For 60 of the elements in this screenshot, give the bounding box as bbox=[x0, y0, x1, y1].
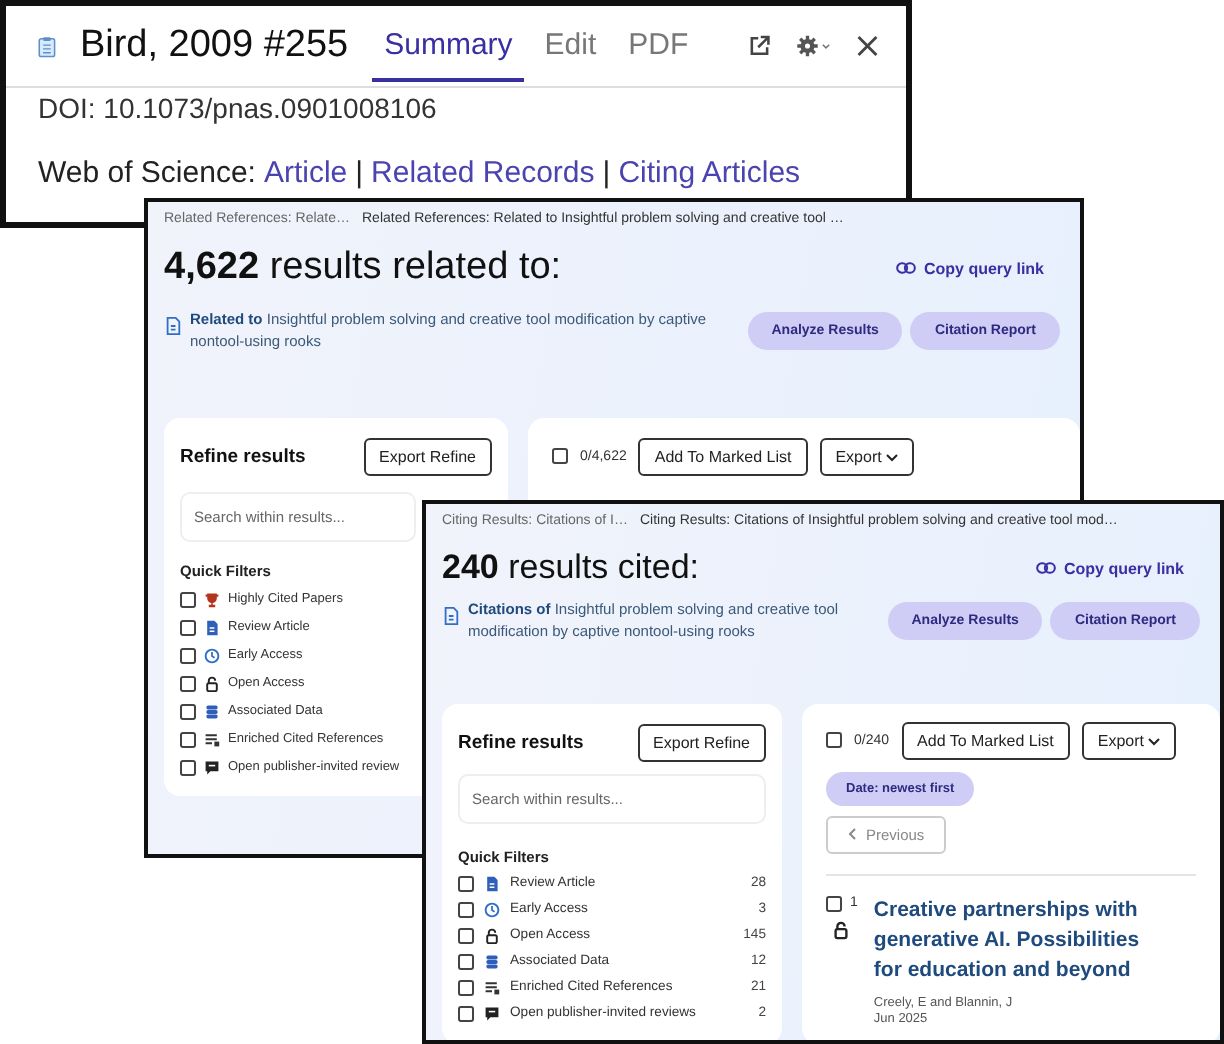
filter-checkbox[interactable] bbox=[458, 927, 474, 944]
select-all-checkbox[interactable] bbox=[826, 732, 842, 749]
tab[interactable]: PDF bbox=[616, 10, 701, 82]
results-heading: 240 results cited: bbox=[442, 548, 700, 588]
record-link[interactable]: Related Records bbox=[371, 156, 595, 190]
trophy-icon bbox=[204, 591, 220, 608]
chevron-left-icon bbox=[848, 828, 856, 841]
record-link[interactable]: Citing Articles bbox=[618, 156, 801, 190]
filter-checkbox[interactable] bbox=[458, 953, 474, 970]
window-title: Bird, 2009 #255 bbox=[79, 24, 349, 68]
separator: | bbox=[602, 156, 611, 190]
filter-checkbox[interactable] bbox=[180, 647, 196, 664]
document-icon bbox=[484, 875, 500, 892]
add-to-marked-list-button[interactable]: Add To Marked List bbox=[638, 437, 808, 476]
select-all-checkbox[interactable] bbox=[552, 448, 568, 465]
clock-icon bbox=[484, 901, 500, 918]
filter-checkbox[interactable] bbox=[180, 703, 196, 720]
links-label: Web of Science: bbox=[38, 156, 256, 190]
database-icon bbox=[484, 953, 500, 970]
link-icon bbox=[1035, 562, 1056, 574]
doi-text: DOI: 10.1073/pnas.0901008106 bbox=[36, 90, 439, 128]
result-checkbox[interactable] bbox=[826, 895, 842, 912]
copy-query-link[interactable]: Copy query link bbox=[883, 257, 1056, 279]
document-icon bbox=[204, 619, 220, 636]
refine-title: Refine results bbox=[458, 731, 584, 754]
tab[interactable]: Summary bbox=[372, 10, 525, 82]
link-icon bbox=[895, 262, 916, 274]
comment-icon bbox=[204, 759, 220, 776]
result-title-link[interactable]: Creative partnerships with generative AI. Possibilities for education and beyond bbox=[873, 895, 1154, 987]
export-button[interactable]: Export bbox=[819, 437, 915, 476]
document-icon bbox=[164, 316, 182, 336]
lock-icon bbox=[204, 675, 220, 692]
filter-checkbox[interactable] bbox=[180, 731, 196, 748]
chevron-down-icon bbox=[1148, 737, 1161, 746]
filter-checkbox[interactable] bbox=[180, 619, 196, 636]
separator: | bbox=[355, 156, 364, 190]
tab[interactable]: Edit bbox=[532, 10, 609, 82]
filter-checkbox[interactable] bbox=[180, 759, 196, 776]
list-icon bbox=[484, 979, 500, 996]
comment-icon bbox=[484, 1005, 500, 1022]
record-link[interactable]: Article bbox=[263, 156, 348, 190]
filter-checkbox[interactable] bbox=[458, 875, 474, 892]
filter-checkbox[interactable] bbox=[180, 591, 196, 608]
refine-title: Refine results bbox=[180, 445, 306, 468]
export-button[interactable]: Export bbox=[1081, 721, 1177, 760]
database-icon bbox=[204, 703, 220, 720]
filter-checkbox[interactable] bbox=[458, 1005, 474, 1022]
lock-icon bbox=[484, 927, 500, 944]
list-icon bbox=[204, 731, 220, 748]
filter-checkbox[interactable] bbox=[458, 979, 474, 996]
filter-checkbox[interactable] bbox=[458, 901, 474, 918]
document-icon bbox=[442, 606, 460, 626]
filter-checkbox[interactable] bbox=[180, 675, 196, 692]
export-refine-button[interactable]: Export Refine bbox=[637, 723, 766, 762]
add-to-marked-list-button[interactable]: Add To Marked List bbox=[901, 721, 1070, 760]
chevron-down-icon bbox=[886, 453, 899, 462]
clock-icon bbox=[204, 647, 220, 664]
export-refine-button[interactable]: Export Refine bbox=[363, 437, 492, 476]
copy-query-link[interactable]: Copy query link bbox=[1023, 557, 1196, 579]
results-heading: 4,622 results related to: bbox=[164, 246, 562, 290]
